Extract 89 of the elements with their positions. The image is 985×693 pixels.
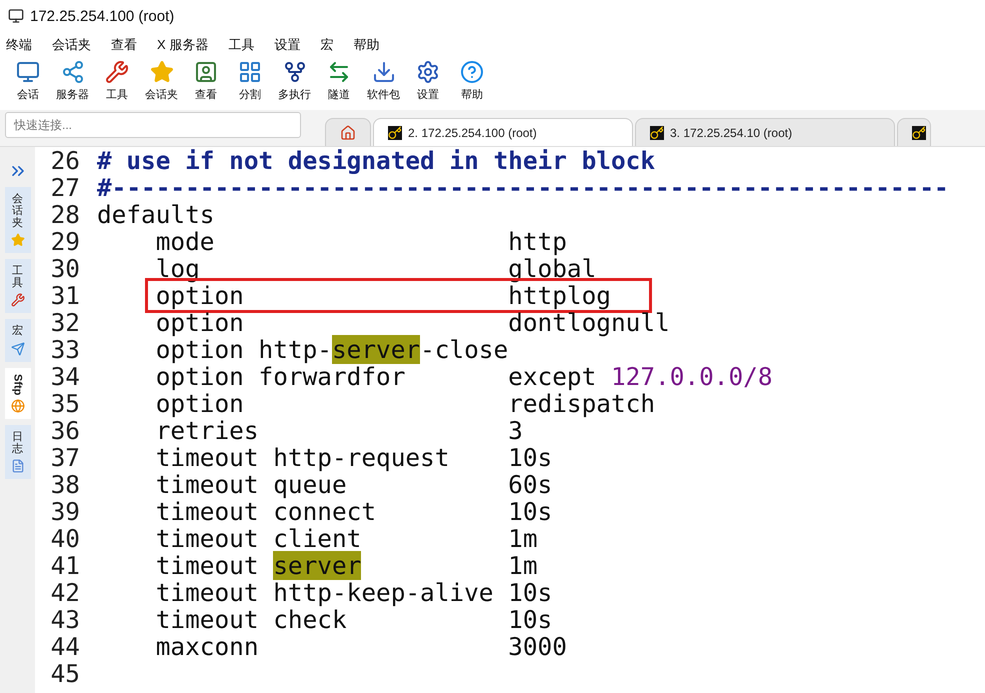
line-number: 39 bbox=[50, 497, 81, 526]
network-icon bbox=[60, 60, 84, 84]
toolbar-button[interactable]: 软件包 bbox=[363, 58, 404, 104]
code-line: option redispatch bbox=[154, 389, 656, 418]
menu-item[interactable]: 会话夹 bbox=[52, 36, 103, 54]
line-number: 36 bbox=[50, 416, 81, 445]
line-number: 28 bbox=[50, 200, 81, 229]
screen-person-icon bbox=[194, 60, 218, 84]
globe-icon bbox=[10, 398, 24, 413]
code-line: maxconn 3000 bbox=[154, 632, 567, 661]
toolbar-button[interactable]: 分割 bbox=[230, 58, 270, 104]
line-number: 37 bbox=[50, 443, 81, 472]
download-icon bbox=[372, 60, 396, 84]
menu-item[interactable]: 工具 bbox=[228, 36, 266, 54]
line-number: 42 bbox=[50, 578, 81, 607]
line-number: 26 bbox=[50, 146, 81, 175]
monitor-icon bbox=[16, 60, 40, 84]
home-icon bbox=[340, 124, 356, 140]
document-icon bbox=[10, 459, 24, 474]
code-line: defaults bbox=[97, 200, 214, 229]
window-title: 172.25.254.100 (root) bbox=[30, 8, 174, 24]
menu-item[interactable]: 终端 bbox=[6, 36, 44, 54]
line-number: 40 bbox=[50, 524, 81, 553]
toolbar-button[interactable]: 设置 bbox=[408, 58, 448, 104]
toolbar-button[interactable]: 帮助 bbox=[452, 58, 492, 104]
fork-icon bbox=[282, 60, 306, 84]
menu-item[interactable]: 设置 bbox=[274, 36, 312, 54]
session-tab[interactable]: 3. 172.25.254.10 (root) bbox=[635, 118, 895, 146]
line-number: 30 bbox=[50, 254, 81, 283]
key-icon bbox=[650, 126, 664, 140]
toolbar-button[interactable]: 多执行 bbox=[274, 58, 315, 104]
home-tab[interactable] bbox=[325, 118, 371, 146]
code-line: option dontlognull bbox=[154, 308, 670, 337]
code-line: retries 3 bbox=[154, 416, 523, 445]
line-number: 34 bbox=[50, 362, 81, 391]
code-line: option http-server-close bbox=[154, 335, 508, 364]
session-tab[interactable] bbox=[897, 118, 931, 146]
toolbar-button[interactable]: 服务器 bbox=[52, 58, 93, 104]
code-line: mode http bbox=[154, 227, 567, 256]
line-number: 45 bbox=[50, 659, 81, 688]
code-line: timeout check 10s bbox=[154, 605, 552, 634]
line-number: 38 bbox=[50, 470, 81, 499]
code-line: timeout http-keep-alive 10s bbox=[154, 578, 552, 607]
side-tab[interactable]: 日志 bbox=[4, 424, 30, 480]
app-icon bbox=[8, 8, 24, 24]
menu-item[interactable]: 宏 bbox=[320, 36, 346, 54]
session-tab[interactable]: 2. 172.25.254.100 (root) bbox=[373, 118, 633, 146]
toolbar-button[interactable]: 查看 bbox=[186, 58, 226, 104]
side-tab[interactable]: 宏 bbox=[4, 319, 30, 362]
line-number: 32 bbox=[50, 308, 81, 337]
line-number: 43 bbox=[50, 605, 81, 634]
key-icon bbox=[388, 126, 402, 140]
code-line: timeout connect 10s bbox=[154, 497, 552, 526]
code-line: option forwardfor except 127.0.0.0/8 bbox=[154, 362, 772, 391]
star-icon bbox=[150, 60, 174, 84]
line-number: 44 bbox=[50, 632, 81, 661]
split-screen-icon bbox=[238, 60, 262, 84]
code-line: timeout http-request 10s bbox=[154, 443, 552, 472]
line-number: 35 bbox=[50, 389, 81, 418]
menu-item[interactable]: X 服务器 bbox=[157, 36, 220, 54]
wrench-icon bbox=[105, 60, 129, 84]
key-icon bbox=[912, 126, 926, 140]
code-line: option httplog bbox=[148, 281, 649, 310]
quick-connect-field[interactable]: 快速连接... bbox=[5, 112, 301, 138]
arrows-icon bbox=[327, 60, 351, 84]
menu-item[interactable]: 帮助 bbox=[353, 36, 392, 54]
line-number: 41 bbox=[50, 551, 81, 580]
line-number: 29 bbox=[50, 227, 81, 256]
line-number: 27 bbox=[50, 173, 81, 202]
paper-plane-icon bbox=[10, 342, 24, 356]
code-line: timeout server 1m bbox=[154, 551, 538, 580]
star-icon bbox=[10, 233, 24, 248]
toolbar-button[interactable]: 会话 bbox=[8, 58, 48, 104]
side-tab[interactable]: 会话夹 bbox=[4, 187, 30, 254]
menu-item[interactable]: 查看 bbox=[111, 36, 149, 54]
toolbar-button[interactable]: 会话夹 bbox=[141, 58, 182, 104]
code-line: # use if not designated in their block bbox=[97, 146, 656, 175]
code-line: #--------------------------------------------------------- bbox=[97, 173, 949, 202]
line-number: 33 bbox=[50, 335, 81, 364]
code-line: timeout queue 60s bbox=[154, 470, 552, 499]
toolbar-button[interactable]: 隧道 bbox=[319, 58, 359, 104]
help-icon bbox=[460, 60, 484, 84]
side-tab[interactable]: 工具 bbox=[4, 259, 30, 314]
side-tab[interactable]: Sftp bbox=[4, 368, 30, 419]
settings-icon bbox=[416, 60, 440, 84]
code-line: timeout client 1m bbox=[154, 524, 538, 553]
toolbar-button[interactable]: 工具 bbox=[97, 58, 137, 104]
line-number: 31 bbox=[50, 281, 81, 310]
wrench-icon bbox=[10, 293, 24, 308]
